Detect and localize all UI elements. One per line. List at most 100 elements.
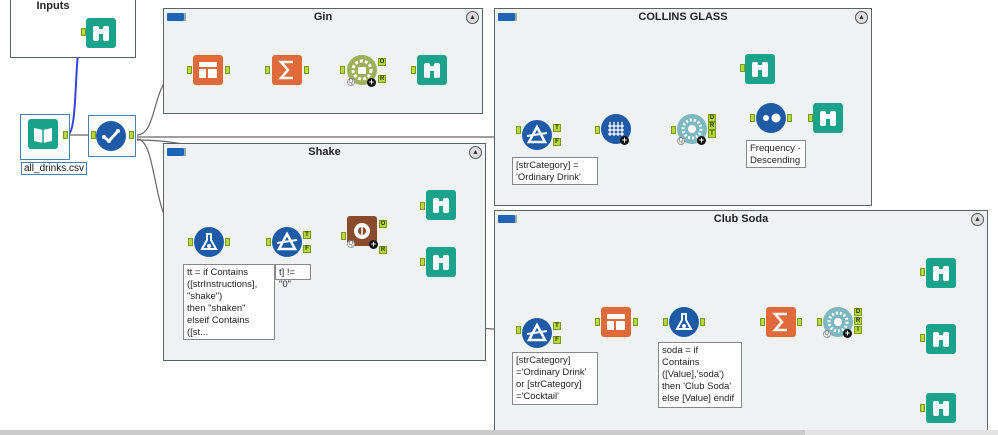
plus-icon[interactable]: + (369, 240, 378, 249)
soda-filter-input[interactable] (516, 326, 521, 334)
gin-browse-input[interactable] (411, 66, 416, 74)
binoculars-icon (933, 401, 949, 416)
summarize-tool[interactable] (272, 55, 302, 85)
ml-o-anchor[interactable]: O (379, 220, 387, 228)
transpose-input[interactable] (595, 126, 600, 134)
ml-o-anchor[interactable]: O (378, 58, 386, 66)
collins-filter-note: [strCategory] = 'Ordinary Drink' (512, 157, 598, 185)
collapse-button[interactable]: ▲ (469, 146, 482, 159)
gin-container-header: Gin ▲ (164, 9, 482, 27)
binoculars-icon (93, 26, 109, 41)
soda-browse3-input[interactable] (920, 404, 925, 412)
filter-true-anchor[interactable]: T (553, 124, 561, 132)
formula-tool[interactable] (194, 227, 224, 257)
soda-arrange-input[interactable] (817, 318, 822, 326)
collapse-button[interactable]: ▲ (855, 11, 868, 24)
dots-icon (763, 113, 781, 123)
plus-icon[interactable]: + (620, 136, 629, 145)
filter-icon (526, 124, 548, 144)
soda-formula-note: soda = if Contains ([Value],'soda') then… (658, 342, 742, 408)
plus-icon[interactable]: + (367, 78, 376, 87)
collins-filter-input[interactable] (516, 126, 521, 134)
soda-browse1-input[interactable] (920, 268, 925, 276)
soda-formula-output[interactable] (700, 318, 705, 326)
filter-true-anchor[interactable]: T (553, 322, 561, 330)
filter-false-anchor[interactable]: F (553, 336, 561, 344)
collapse-button[interactable]: ▲ (971, 213, 984, 226)
club-soda-container-title: Club Soda (713, 213, 769, 225)
plus-icon[interactable]: + (843, 329, 852, 338)
arrange-r-anchor[interactable]: R (854, 317, 862, 325)
select-input-anchor[interactable] (91, 131, 96, 139)
browse-tool[interactable] (926, 393, 956, 423)
soda-ttc-output[interactable] (633, 318, 638, 326)
browse-tool[interactable] (745, 54, 775, 84)
shake-browse1-input[interactable] (420, 202, 425, 210)
select-tool[interactable] (96, 121, 126, 151)
filter-false-anchor[interactable]: F (553, 138, 561, 146)
filter-tool[interactable] (522, 120, 552, 150)
binoculars-icon (933, 266, 949, 281)
ml-tool-input[interactable] (340, 66, 345, 74)
text-to-columns-tool[interactable] (193, 55, 223, 85)
browse-tool[interactable] (926, 258, 956, 288)
shake-formula-input[interactable] (188, 238, 193, 246)
shake-filter-input[interactable] (266, 238, 271, 246)
browse-input-anchor[interactable] (81, 28, 86, 36)
browse-tool[interactable] (813, 103, 843, 133)
filter-false-anchor[interactable]: F (303, 245, 311, 253)
soda-formula-input[interactable] (663, 318, 668, 326)
input-output-anchor[interactable] (63, 131, 68, 139)
horizontal-scrollbar[interactable] (0, 430, 998, 435)
browse-tool[interactable] (426, 190, 456, 220)
text-to-columns-tool[interactable] (601, 307, 631, 337)
gin-tool1-output[interactable] (225, 66, 230, 74)
select-output-anchor[interactable] (129, 131, 134, 139)
browse-tool[interactable] (86, 18, 116, 48)
soda-summarize-output[interactable] (797, 318, 802, 326)
inputs-container-title: Inputs (36, 0, 70, 12)
filter-tool[interactable] (272, 227, 302, 257)
inputs-container[interactable]: Inputs (10, 0, 136, 58)
shake-filter-note: t] != "0" (275, 264, 311, 290)
plus-icon[interactable]: + (697, 136, 706, 145)
collins-summary-note: Frequency - Descending (746, 140, 806, 168)
summarize-tool[interactable] (766, 307, 796, 337)
sigma-icon (278, 60, 293, 80)
filter-tool[interactable] (522, 318, 552, 348)
arrange-i-anchor[interactable]: I (708, 130, 716, 138)
ml-r-anchor[interactable]: R (379, 246, 387, 254)
filter-true-anchor[interactable]: T (303, 231, 311, 239)
soda-browse2-input[interactable] (920, 334, 925, 342)
browse-tool[interactable] (926, 324, 956, 354)
binoculars-icon (433, 198, 449, 213)
shake-browse2-input[interactable] (420, 258, 425, 266)
shake-container-title: Shake (308, 146, 341, 158)
arrange-d-anchor[interactable]: D (708, 114, 716, 122)
collapse-button[interactable]: ▲ (466, 11, 479, 24)
frequency-tool[interactable] (756, 103, 786, 133)
scrollbar-thumb[interactable] (0, 430, 805, 435)
gin-container-title: Gin (313, 11, 333, 23)
frequency-output[interactable] (787, 114, 792, 122)
soda-summarize-input[interactable] (760, 318, 765, 326)
gin-tool1-input[interactable] (187, 66, 192, 74)
soda-ttc-input[interactable] (595, 318, 600, 326)
arrange-input[interactable] (671, 126, 676, 134)
browse-tool[interactable] (417, 55, 447, 85)
arrange-r-anchor[interactable]: R (708, 122, 716, 130)
browse-tool[interactable] (426, 247, 456, 277)
filter-icon (276, 231, 298, 251)
binoculars-icon (752, 62, 768, 77)
arrange-d-anchor[interactable]: D (854, 308, 862, 316)
shake-ml-input[interactable] (341, 232, 346, 240)
text-to-columns-icon (607, 314, 625, 330)
frequency-input[interactable] (750, 114, 755, 122)
summarize-output[interactable] (304, 66, 309, 74)
summarize-input[interactable] (265, 66, 270, 74)
arrange-i-anchor[interactable]: I (854, 326, 862, 334)
sigma-icon (772, 312, 787, 332)
formula-tool[interactable] (669, 307, 699, 337)
shake-formula-output[interactable] (225, 238, 230, 246)
ml-r-anchor[interactable]: R (378, 75, 386, 83)
